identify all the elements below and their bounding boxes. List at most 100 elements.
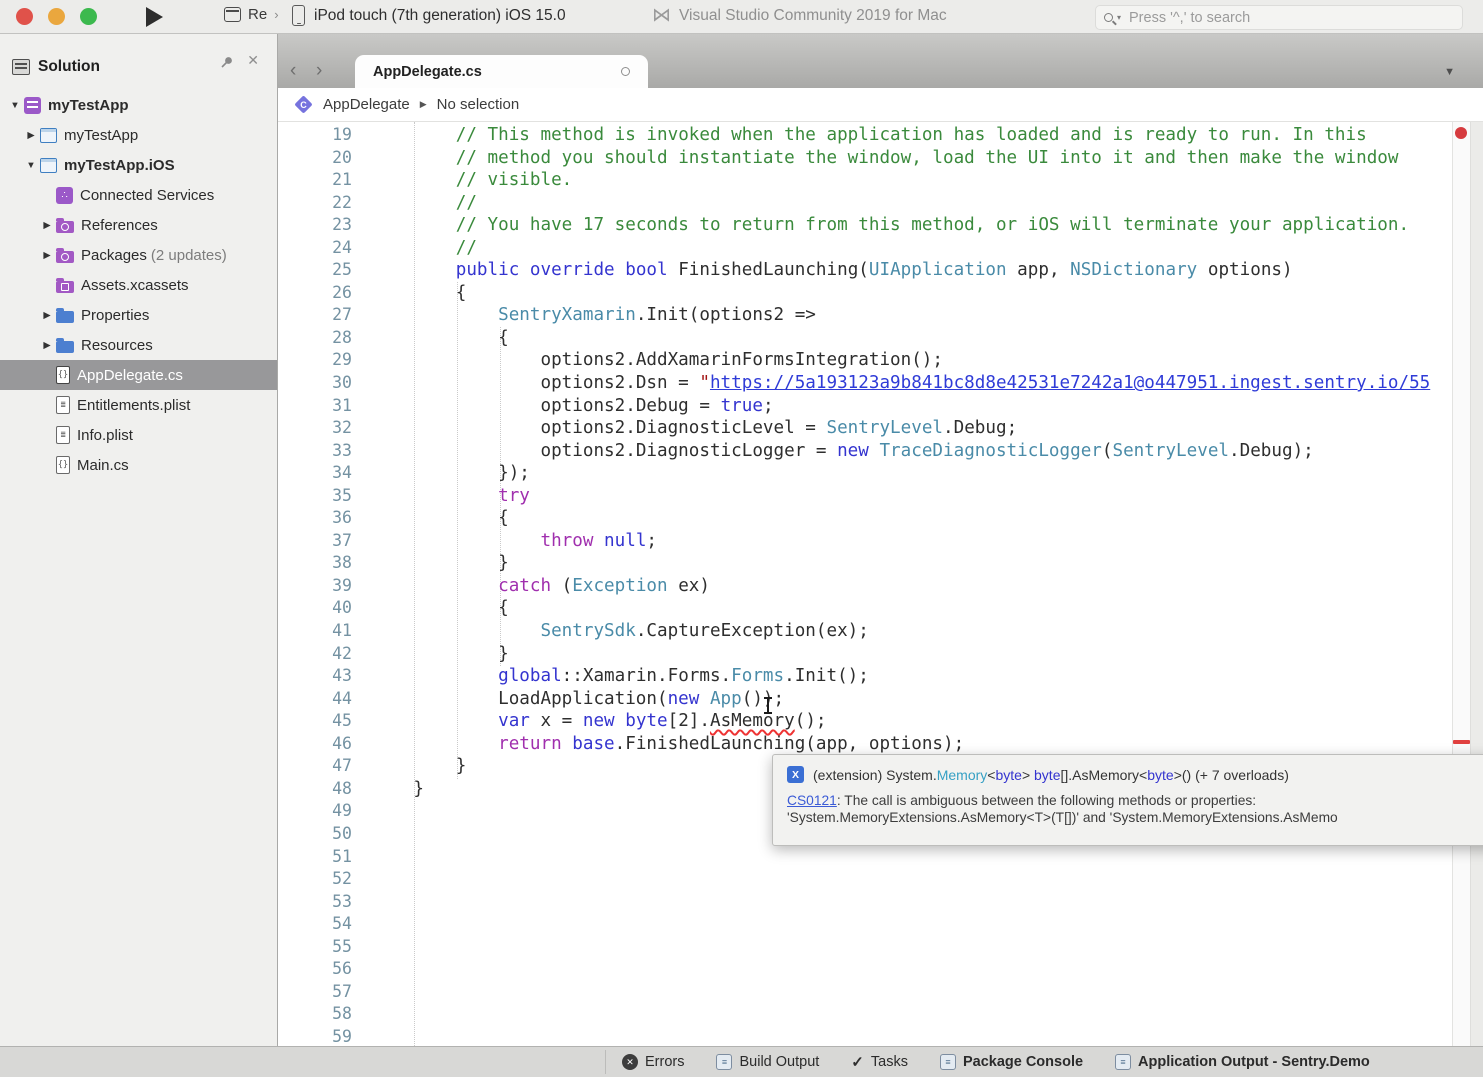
sidebar-item-mytestapp-ios[interactable]: ▼myTestApp.iOS (0, 150, 277, 180)
breadcrumb-class[interactable]: AppDelegate (323, 96, 410, 113)
sidebar-item-references[interactable]: ▶References (0, 210, 277, 240)
expander-right-icon[interactable]: ▶ (22, 130, 40, 141)
code-line[interactable]: 46 return base.FinishedLaunching(app, op… (278, 733, 1483, 756)
line-number[interactable]: 46 (278, 733, 352, 756)
line-number[interactable]: 25 (278, 259, 352, 282)
dsn-link[interactable]: https://5a193123a9b841bc8d8e42531e7242a1… (710, 373, 1430, 393)
sidebar-item-entitlements-plist[interactable]: ≣Entitlements.plist (0, 390, 277, 420)
code-line[interactable]: 45 var x = new byte[2].AsMemory(); (278, 710, 1483, 733)
expander-right-icon[interactable]: ▶ (38, 340, 56, 351)
code-line[interactable]: 54 (278, 913, 1483, 936)
tab-list-dropdown-icon[interactable]: ▼ (1444, 66, 1455, 78)
code-line[interactable]: 37 throw null; (278, 530, 1483, 553)
expander-down-icon[interactable]: ▼ (6, 100, 24, 111)
code-line[interactable]: 57 (278, 981, 1483, 1004)
code-line[interactable]: 32 options2.DiagnosticLevel = SentryLeve… (278, 417, 1483, 440)
line-number[interactable]: 26 (278, 282, 352, 305)
code-line[interactable]: 36 { (278, 507, 1483, 530)
line-number[interactable]: 51 (278, 846, 352, 869)
sidebar-item-packages[interactable]: ▶Packages(2 updates) (0, 240, 277, 270)
code-line[interactable]: 43 global::Xamarin.Forms.Forms.Init(); (278, 665, 1483, 688)
code-line[interactable]: 35 try (278, 485, 1483, 508)
code-line[interactable]: 21 // visible. (278, 169, 1483, 192)
code-line[interactable]: 56 (278, 958, 1483, 981)
sidebar-item-main-cs[interactable]: {}Main.cs (0, 450, 277, 480)
code-line[interactable]: 33 options2.DiagnosticLogger = new Trace… (278, 440, 1483, 463)
line-number[interactable]: 42 (278, 643, 352, 666)
line-number[interactable]: 22 (278, 192, 352, 215)
error-code-link[interactable]: CS0121 (787, 793, 837, 808)
sidebar-item-resources[interactable]: ▶Resources (0, 330, 277, 360)
code-line[interactable]: 52 (278, 868, 1483, 891)
sidebar-item-mytestapp[interactable]: ▶myTestApp (0, 120, 277, 150)
line-number[interactable]: 39 (278, 575, 352, 598)
line-number[interactable]: 58 (278, 1003, 352, 1026)
statusbar-pad-errors[interactable]: ✕Errors (622, 1054, 684, 1070)
line-number[interactable]: 31 (278, 395, 352, 418)
code-line[interactable]: 30 options2.Dsn = "https://5a193123a9b84… (278, 372, 1483, 395)
run-button[interactable] (146, 7, 163, 27)
code-line[interactable]: 24 // (278, 237, 1483, 260)
line-number[interactable]: 43 (278, 665, 352, 688)
line-number[interactable]: 21 (278, 169, 352, 192)
line-number[interactable]: 33 (278, 440, 352, 463)
zoom-window-button[interactable] (80, 8, 97, 25)
close-icon[interactable]: ✕ (247, 52, 259, 69)
sidebar-item-info-plist[interactable]: ≣Info.plist (0, 420, 277, 450)
sidebar-item-assets-xcassets[interactable]: Assets.xcassets (0, 270, 277, 300)
breadcrumb-selection[interactable]: No selection (437, 96, 520, 113)
line-number[interactable]: 47 (278, 755, 352, 778)
line-number[interactable]: 38 (278, 552, 352, 575)
line-number[interactable]: 55 (278, 936, 352, 959)
statusbar-pad-package-console[interactable]: ≡Package Console (940, 1054, 1083, 1070)
line-number[interactable]: 27 (278, 304, 352, 327)
line-number[interactable]: 54 (278, 913, 352, 936)
code-line[interactable]: 41 SentrySdk.CaptureException(ex); (278, 620, 1483, 643)
line-number[interactable]: 44 (278, 688, 352, 711)
pin-icon[interactable] (220, 56, 233, 74)
line-number[interactable]: 49 (278, 800, 352, 823)
line-number[interactable]: 57 (278, 981, 352, 1004)
line-number[interactable]: 52 (278, 868, 352, 891)
statusbar-pad-build-output[interactable]: ≡Build Output (716, 1054, 819, 1070)
line-number[interactable]: 20 (278, 147, 352, 170)
line-number[interactable]: 30 (278, 372, 352, 395)
minimize-window-button[interactable] (48, 8, 65, 25)
code-line[interactable]: 42 } (278, 643, 1483, 666)
code-line[interactable]: 58 (278, 1003, 1483, 1026)
code-line[interactable]: 34 }); (278, 462, 1483, 485)
navigate-back-button[interactable]: ‹ (290, 60, 296, 82)
code-line[interactable]: 28 { (278, 327, 1483, 350)
line-number[interactable]: 29 (278, 349, 352, 372)
code-line[interactable]: 20 // method you should instantiate the … (278, 147, 1483, 170)
code-line[interactable]: 59 (278, 1026, 1483, 1046)
sidebar-item-connected-services[interactable]: ∴Connected Services (0, 180, 277, 210)
code-line[interactable]: 26 { (278, 282, 1483, 305)
scrollbar-track[interactable] (1470, 122, 1483, 1046)
code-editor[interactable]: 19 // This method is invoked when the ap… (278, 122, 1483, 1046)
expander-right-icon[interactable]: ▶ (38, 310, 56, 321)
editor-scrollbar[interactable] (1452, 122, 1483, 1046)
line-number[interactable]: 28 (278, 327, 352, 350)
code-line[interactable]: 39 catch (Exception ex) (278, 575, 1483, 598)
code-line[interactable]: 44 LoadApplication(new App()); (278, 688, 1483, 711)
expander-down-icon[interactable]: ▼ (22, 160, 40, 171)
code-line[interactable]: 23 // You have 17 seconds to return from… (278, 214, 1483, 237)
statusbar-pad-tasks[interactable]: ✓Tasks (851, 1053, 908, 1071)
build-configuration-selector[interactable]: Re › (224, 6, 279, 23)
tab-appdelegate[interactable]: AppDelegate.cs (355, 55, 648, 88)
line-number[interactable]: 36 (278, 507, 352, 530)
search-input[interactable] (1129, 10, 1454, 26)
error-location-marker[interactable] (1453, 740, 1470, 744)
expander-right-icon[interactable]: ▶ (38, 250, 56, 261)
line-number[interactable]: 24 (278, 237, 352, 260)
line-number[interactable]: 59 (278, 1026, 352, 1046)
code-line[interactable]: 38 } (278, 552, 1483, 575)
code-line[interactable]: 29 options2.AddXamarinFormsIntegration()… (278, 349, 1483, 372)
line-number[interactable]: 56 (278, 958, 352, 981)
code-line[interactable]: 53 (278, 891, 1483, 914)
line-number[interactable]: 19 (278, 124, 352, 147)
code-line[interactable]: 51 (278, 846, 1483, 869)
global-search[interactable]: ▾ (1095, 5, 1463, 30)
code-line[interactable]: 40 { (278, 597, 1483, 620)
